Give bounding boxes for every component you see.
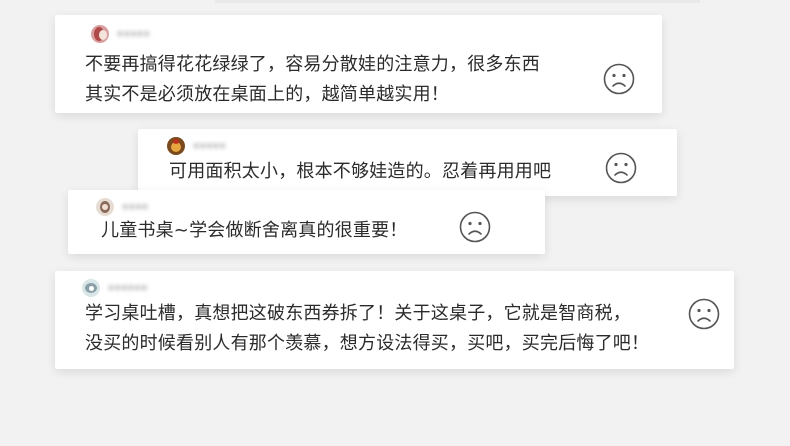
review-text: 可用面积太小，根本不够娃造的。忍着再用用吧: [169, 157, 551, 187]
sad-face-icon: [605, 152, 637, 184]
review-line: 可用面积太小，根本不够娃造的。忍着再用用吧: [169, 161, 552, 182]
review-line: 没买的时候看别人有那个羡慕，想方设法得买，买吧，买完后悔了吧！: [85, 333, 650, 354]
username: ▪▪▪▪▪▪: [108, 283, 148, 293]
page: { "background_color": "#f2f2f2", "review…: [0, 0, 790, 446]
sad-face-icon: [459, 211, 491, 243]
review-line: 不要再搞得花花绿绿了，容易分散娃的注意力，很多东西: [85, 54, 540, 75]
review-user: ▪▪▪▪▪: [91, 25, 150, 43]
username: ▪▪▪▪▪: [117, 29, 150, 39]
review-card: ▪▪▪▪▪ 不要再搞得花花绿绿了，容易分散娃的注意力，很多东西 其实不是必须放在…: [55, 15, 662, 113]
review-card: ▪▪▪▪ 儿童书桌~学会做断舍离真的很重要！: [68, 190, 545, 254]
review-line: 学习桌吐槽，真想把这破东西券拆了！关于这桌子，它就是智商税，: [85, 303, 631, 324]
review-card: ▪▪▪▪▪ 可用面积太小，根本不够娃造的。忍着再用用吧: [138, 129, 677, 196]
review-text: 不要再搞得花花绿绿了，容易分散娃的注意力，很多东西 其实不是必须放在桌面上的，越…: [85, 50, 540, 110]
avatar: [82, 279, 100, 297]
sad-face-icon: [688, 298, 720, 330]
review-line: 其实不是必须放在桌面上的，越简单越实用！: [85, 84, 449, 105]
avatar: [96, 198, 114, 216]
review-card: ▪▪▪▪▪▪ 学习桌吐槽，真想把这破东西券拆了！关于这桌子，它就是智商税， 没买…: [55, 271, 734, 369]
username: ▪▪▪▪: [122, 202, 149, 212]
avatar: [91, 25, 109, 43]
review-text: 儿童书桌~学会做断舍离真的很重要！: [101, 216, 407, 246]
review-user: ▪▪▪▪▪▪: [82, 279, 148, 297]
review-line: 儿童书桌~学会做断舍离真的很重要！: [101, 220, 408, 241]
review-user: ▪▪▪▪: [96, 198, 148, 216]
review-text: 学习桌吐槽，真想把这破东西券拆了！关于这桌子，它就是智商税， 没买的时候看别人有…: [85, 299, 649, 359]
review-user: ▪▪▪▪▪: [167, 137, 226, 155]
avatar: [167, 137, 185, 155]
sad-face-icon: [603, 63, 635, 95]
top-divider: [215, 0, 700, 3]
username: ▪▪▪▪▪: [193, 141, 226, 151]
